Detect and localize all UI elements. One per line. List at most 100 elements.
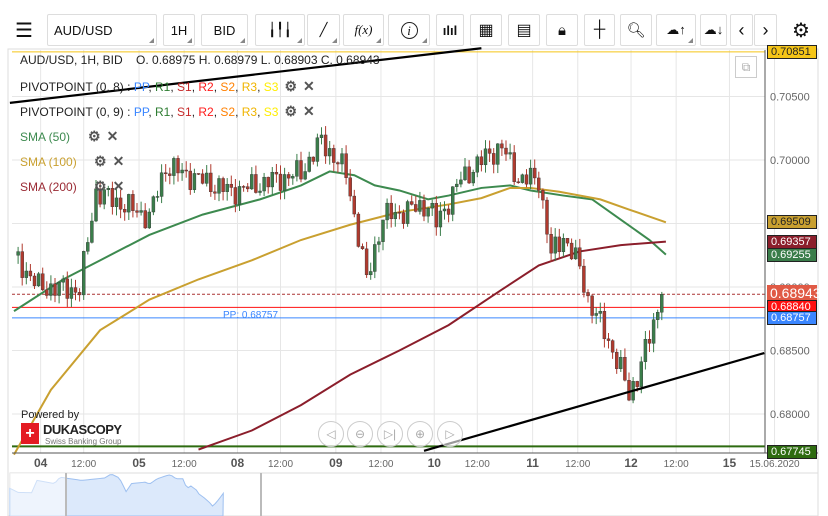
candle-body: [323, 134, 328, 157]
price-label: 0.70851: [767, 45, 817, 59]
candle-body: [307, 156, 311, 172]
scroll-forward-button[interactable]: ▷: [437, 421, 463, 447]
close-icon[interactable]: ✕: [303, 103, 315, 120]
candle-body: [77, 292, 82, 296]
candle-body: [114, 197, 119, 207]
zoom-in-button[interactable]: ⊕: [407, 421, 433, 447]
candle-body: [557, 236, 561, 253]
pivot-pp-label: PP: 0.68757: [223, 310, 279, 321]
scroll-back-button[interactable]: ◁: [318, 421, 344, 447]
candle-body: [610, 340, 615, 353]
candle-body: [483, 148, 488, 166]
navigator[interactable]: [9, 472, 819, 516]
candle-body: [578, 247, 582, 267]
pivot-name: PIVOTPOINT (0, 9): [20, 105, 124, 119]
candle-body: [598, 311, 602, 314]
gear-icon[interactable]: ⚙: [284, 103, 297, 120]
gear-icon[interactable]: ⚙: [94, 178, 107, 195]
close-icon[interactable]: ✕: [303, 78, 315, 95]
gear-icon[interactable]: ⚙: [284, 78, 297, 95]
time-axis[interactable]: 04 12:00 05 12:00 08 12:00 09 12:00 10 12:00 11 12:…: [34, 456, 800, 470]
zoom-out-button[interactable]: ⊖: [347, 421, 373, 447]
triangle-left-icon: ◁: [326, 427, 336, 441]
candle-body: [393, 212, 397, 220]
candle-body: [200, 173, 205, 184]
price-label: 0.69357: [767, 234, 817, 249]
sma-line: [198, 240, 666, 451]
candle-body: [258, 190, 262, 193]
candle-body: [73, 287, 78, 293]
candle-body: [475, 156, 479, 173]
go-to-end-button[interactable]: ▷|: [377, 421, 403, 447]
candle-body: [233, 187, 238, 205]
candle-body: [422, 200, 426, 217]
pivot-level-s3: S3: [263, 105, 279, 119]
pivot-level-r1: R1: [154, 105, 171, 119]
candle-body: [508, 152, 512, 155]
close-icon[interactable]: ✕: [113, 178, 125, 195]
candle-body: [549, 233, 553, 254]
pivot-level-r2: R2: [198, 105, 214, 119]
x-tick-label: 12:00: [172, 459, 197, 470]
candle-body: [643, 338, 648, 362]
x-tick-label: 12:00: [368, 459, 393, 470]
candle-body: [184, 169, 188, 172]
candle-body: [53, 283, 57, 296]
candle-body: [504, 147, 508, 155]
close-icon[interactable]: ✕: [107, 128, 119, 145]
x-tick-label: 12:00: [71, 459, 96, 470]
candle-body: [586, 292, 590, 297]
candle-body: [81, 251, 86, 296]
skip-end-icon: ▷|: [383, 427, 397, 441]
candle-body: [336, 162, 340, 165]
pivot-level-s2: S2: [220, 80, 236, 94]
candle-body: [45, 289, 49, 296]
brand-name: DUKASCOPY: [43, 422, 122, 437]
candle-body: [250, 174, 254, 190]
candle-body: [627, 380, 631, 401]
candle-body: [61, 278, 65, 283]
candle-body: [24, 270, 28, 278]
close-icon[interactable]: ✕: [113, 153, 125, 170]
x-tick-label: 12: [624, 456, 638, 470]
candle-body: [282, 174, 287, 191]
candle-body: [295, 160, 299, 177]
candle-body: [299, 160, 303, 180]
x-tick-label: 04: [34, 456, 48, 470]
pivot-level-s2: S2: [220, 105, 236, 119]
legend-sma-row: SMA (200) ⚙ ✕: [20, 178, 124, 195]
candle-body: [651, 319, 656, 344]
expand-button[interactable]: ⧉: [735, 56, 757, 78]
candle-body: [410, 201, 414, 205]
candle-body: [237, 186, 242, 205]
candle-body: [135, 210, 139, 213]
candle-body: [389, 202, 393, 220]
candle-body: [430, 203, 434, 209]
candle-body: [163, 172, 168, 175]
legend-header: AUD/USD, 1H, BID O. 0.68975 H. 0.68979 L…: [20, 53, 380, 67]
candle-body: [245, 186, 250, 190]
pivot-level-s3: S3: [263, 80, 279, 94]
y-tick-label: 0.70000: [770, 155, 810, 167]
candle-body: [451, 186, 455, 215]
candle-body: [615, 351, 619, 369]
candle-body: [356, 213, 361, 247]
separator: :: [127, 80, 131, 94]
gear-icon[interactable]: ⚙: [88, 128, 101, 145]
candle-body: [270, 171, 274, 188]
candle-body: [500, 143, 504, 149]
candle-body: [57, 282, 61, 296]
candle-body: [381, 219, 385, 242]
candle-body: [168, 173, 172, 176]
candle-body: [418, 200, 422, 212]
candle-body: [262, 176, 266, 192]
candle-body: [180, 169, 184, 174]
candle-body: [204, 172, 209, 184]
swiss-cross-logo: +: [21, 423, 39, 444]
candle-body: [660, 294, 664, 313]
gear-icon[interactable]: ⚙: [94, 153, 107, 170]
candle-body: [86, 242, 90, 252]
sma-name: SMA (50): [20, 130, 71, 144]
candle-body: [528, 167, 533, 185]
pivot-level-s1: S1: [177, 80, 192, 94]
